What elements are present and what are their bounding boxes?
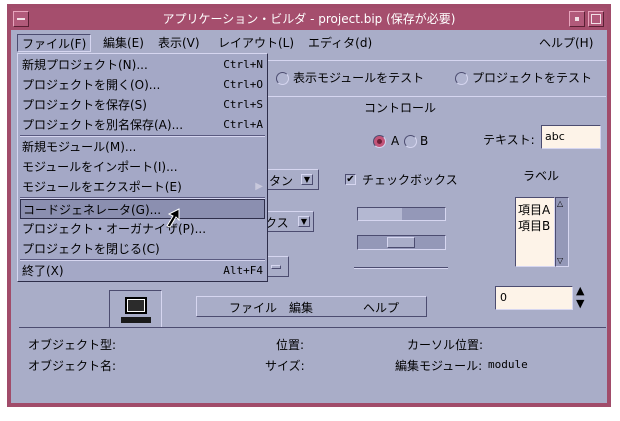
menu-item-save-project-as[interactable]: プロジェクトを別名保存(A)... Ctrl+A <box>20 115 265 135</box>
scroll-down-icon[interactable]: ▽ <box>557 256 563 266</box>
text-field[interactable]: abc <box>541 125 601 149</box>
slider[interactable] <box>357 235 446 250</box>
radio-a[interactable] <box>373 135 386 148</box>
spin-box-value: 0 <box>500 291 507 304</box>
list-item[interactable]: 項目B <box>518 217 550 234</box>
mini-menu-bar[interactable]: ファイル 編集 ヘルプ <box>196 296 427 317</box>
gauge-fill <box>358 208 402 220</box>
window-title: アプリケーション・ビルダ - project.bip (保存が必要) <box>162 12 456 26</box>
menu-item-export-module[interactable]: モジュールをエクスポート(E) ▶ <box>20 177 265 197</box>
minimize-icon <box>575 17 579 21</box>
cursor-position-label: カーソル位置: <box>407 338 484 352</box>
option-button-label: タン <box>269 174 294 188</box>
mini-menu-file[interactable]: ファイル <box>229 299 277 316</box>
list-scrollbar[interactable]: △ ▽ <box>555 197 569 267</box>
maximize-button[interactable] <box>588 11 604 27</box>
position-label: 位置: <box>276 338 305 352</box>
text-field-label: テキスト: <box>483 133 535 147</box>
submenu-arrow-icon: ▶ <box>255 181 263 192</box>
menu-view[interactable]: 表示(V) <box>154 34 204 52</box>
menu-item-save-project[interactable]: プロジェクトを保存(S) Ctrl+S <box>20 95 265 115</box>
menu-item-close-project[interactable]: プロジェクトを閉じる(C) <box>20 239 265 259</box>
menu-bar: ファイル(F) 編集(E) 表示(V) レイアウト(L) エディタ(d) ヘルプ… <box>11 32 607 53</box>
slider-thumb[interactable] <box>387 237 415 248</box>
menu-item-new-module[interactable]: 新規モジュール(M)... <box>20 137 265 157</box>
test-module-label: 表示モジュールをテスト <box>293 71 425 85</box>
minimize-button[interactable] <box>569 11 585 27</box>
spin-up-icon[interactable]: ▲ <box>576 285 584 297</box>
computer-icon[interactable] <box>109 290 162 330</box>
chevron-down-icon: ▼ <box>298 216 310 227</box>
button-bar-icon <box>271 265 281 269</box>
edit-module-label: 編集モジュール: <box>395 359 483 373</box>
menu-item-open-project[interactable]: プロジェクトを開く(O)... Ctrl+O <box>20 75 265 95</box>
chevron-down-icon: ▼ <box>301 174 313 185</box>
mini-menu-edit[interactable]: 編集 <box>289 299 313 316</box>
option-button[interactable]: タン ▼ <box>262 169 319 190</box>
spin-down-icon[interactable]: ▼ <box>576 298 584 310</box>
test-module-radio[interactable] <box>276 72 289 85</box>
menu-item-new-project[interactable]: 新規プロジェクト(N)... Ctrl+N <box>20 55 265 75</box>
test-project-radio[interactable] <box>455 72 468 85</box>
mouse-cursor-icon <box>166 208 180 228</box>
separator <box>354 267 448 269</box>
menu-editor[interactable]: エディタ(d) <box>304 34 376 52</box>
menu-file[interactable]: ファイル(F) <box>17 34 92 52</box>
spin-box[interactable]: 0 <box>495 286 573 310</box>
menu-item-project-organizer[interactable]: プロジェクト・オーガナイザ(P)... <box>20 219 265 239</box>
radio-b[interactable] <box>404 135 417 148</box>
list-item[interactable]: 項目A <box>518 201 550 218</box>
label-heading: ラベル <box>523 169 560 183</box>
window-menu-button[interactable] <box>13 11 29 27</box>
combo-box[interactable]: クス ▼ <box>262 211 314 232</box>
menu-layout[interactable]: レイアウト(L) <box>214 34 298 52</box>
file-menu-dropdown: 新規プロジェクト(N)... Ctrl+N プロジェクトを開く(O)... Ct… <box>17 53 268 282</box>
mini-menu-help[interactable]: ヘルプ <box>363 299 399 316</box>
gauge <box>357 207 446 221</box>
radio-b-label: B <box>420 134 429 148</box>
menu-item-import-module[interactable]: モジュールをインポート(I)... <box>20 157 265 177</box>
object-type-label: オブジェクト型: <box>28 338 117 352</box>
scroll-up-icon[interactable]: △ <box>557 199 563 209</box>
controls-heading: コントロール <box>364 101 437 115</box>
object-name-label: オブジェクト名: <box>28 359 117 373</box>
window-menu-icon <box>17 18 25 20</box>
radio-a-label: A <box>391 134 400 148</box>
combo-box-label: クス <box>265 216 289 230</box>
menu-item-exit[interactable]: 終了(X) Alt+F4 <box>20 261 265 281</box>
menu-edit[interactable]: 編集(E) <box>99 34 148 52</box>
size-label: サイズ: <box>265 359 305 373</box>
list-box[interactable]: 項目A 項目B <box>515 197 555 267</box>
maximize-icon <box>591 14 601 24</box>
title-bar[interactable]: アプリケーション・ビルダ - project.bip (保存が必要) <box>11 8 607 30</box>
spin-buttons[interactable]: ▲ ▼ <box>575 285 589 311</box>
test-project-label: プロジェクトをテスト <box>472 71 593 85</box>
edit-module-value: module <box>488 358 528 371</box>
checkbox[interactable]: ✔ <box>345 174 356 185</box>
menu-help[interactable]: ヘルプ(H) <box>535 34 597 52</box>
menu-item-code-generator[interactable]: コードジェネレータ(G)... <box>20 199 265 219</box>
text-field-value: abc <box>545 130 565 143</box>
checkbox-label: チェックボックス <box>362 173 458 187</box>
